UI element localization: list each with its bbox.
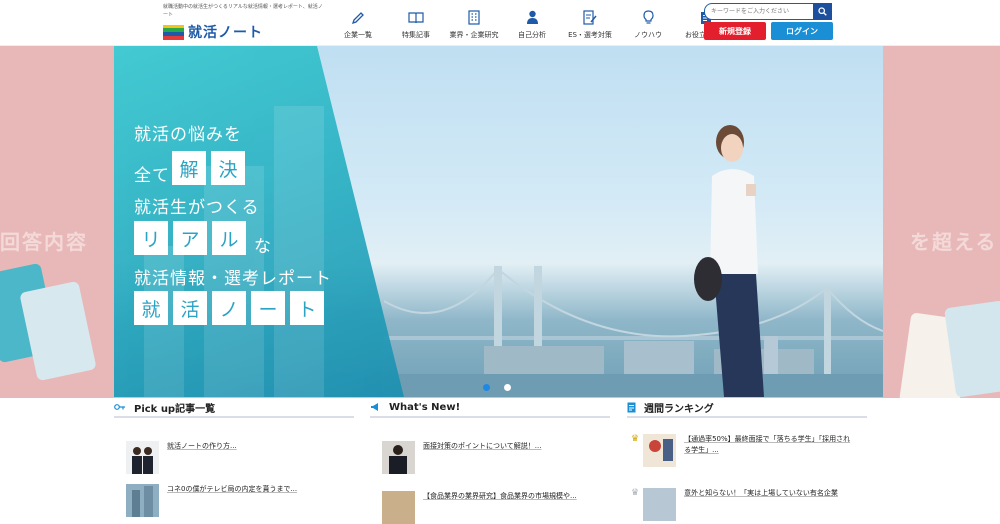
slider-dot-1[interactable] xyxy=(483,384,490,391)
search-input[interactable] xyxy=(704,3,813,20)
slider-dots xyxy=(483,384,511,391)
pencil-icon xyxy=(332,9,384,26)
hero-box-char: ア xyxy=(173,221,207,255)
logo-text: 就活ノート xyxy=(188,25,263,41)
nav-label: 自己分析 xyxy=(518,31,546,39)
pickup-title: Pick up記事一覧 xyxy=(114,398,354,418)
nav-features[interactable]: 特集記事 xyxy=(390,9,442,40)
hero-line-4-boxes: リ ア ル xyxy=(134,221,246,255)
hero-line-5: 就活情報・選考レポート xyxy=(134,269,332,289)
lightbulb-icon xyxy=(622,9,674,26)
article-title: 【通過率50%】最終面接で「落ちる学生」「採用される学生」... xyxy=(684,435,851,454)
document-edit-icon xyxy=(564,9,616,26)
article-thumbnail xyxy=(382,491,415,524)
key-icon xyxy=(114,403,126,411)
article-thumbnail xyxy=(382,441,415,474)
silver-crown-icon: ♛ xyxy=(631,488,640,498)
article-title: 就活ノートの作り方... xyxy=(167,442,237,450)
logo-mark-icon xyxy=(163,24,184,40)
hero-slide[interactable]: 就活の悩みを 全て 解 決 就活生がつくる リ ア ル な 就活情報・選考レポー… xyxy=(114,46,883,397)
whatsnew-article-2[interactable]: 【食品業界の業界研究】食品業界の市場規模や... xyxy=(382,491,577,524)
hero-line-1: 就活の悩みを xyxy=(134,125,242,145)
nav-knowhow[interactable]: ノウハウ xyxy=(622,9,674,40)
hero-box-char: ト xyxy=(290,291,324,325)
register-button[interactable]: 新規登録 xyxy=(704,22,766,40)
nav-label: 業界・企業研究 xyxy=(449,31,499,39)
person-icon xyxy=(506,9,558,26)
site-tagline: 就職活動中の就活生がつくるリアルな就活情報・選考レポート、就活ノート xyxy=(163,4,323,18)
article-thumbnail xyxy=(643,488,677,521)
nav-label: ES・選考対策 xyxy=(568,31,612,39)
nav-self-analysis[interactable]: 自己分析 xyxy=(506,9,558,40)
hero-box-char: ル xyxy=(212,221,246,255)
hero-line-4-suffix: な xyxy=(254,237,272,257)
nav-label: 企業一覧 xyxy=(344,31,372,39)
pickup-article-1[interactable]: 就活ノートの作り方... xyxy=(126,441,237,474)
search-box xyxy=(704,3,832,20)
ranking-title-text: 週間ランキング xyxy=(644,403,714,415)
hero-line-2-boxes: 解 決 xyxy=(172,151,245,185)
article-title: 意外と知らない！「実は上場していない有名企業 xyxy=(684,489,838,497)
ranking-article-2[interactable]: ♛ 意外と知らない！「実は上場していない有名企業 xyxy=(631,488,854,521)
water-band xyxy=(364,374,883,397)
nav-es-selection[interactable]: ES・選考対策 xyxy=(564,9,616,40)
nav-label: ノウハウ xyxy=(634,31,662,39)
gold-crown-icon: ♛ xyxy=(631,434,640,444)
megaphone-icon xyxy=(370,402,381,412)
article-thumbnail xyxy=(643,434,677,467)
nav-industry-research[interactable]: 業界・企業研究 xyxy=(448,9,500,40)
document-list-icon xyxy=(627,402,636,413)
article-title: 面接対策のポイントについて解説！... xyxy=(423,442,542,450)
nav-label: 特集記事 xyxy=(402,31,430,39)
hero-box-char: ー xyxy=(251,291,285,325)
hero-box-char: リ xyxy=(134,221,168,255)
background-left-text: 回答内容 xyxy=(0,230,88,254)
ranking-section: 週間ランキング xyxy=(627,398,867,418)
hero-box-char: 解 xyxy=(172,151,206,185)
building-icon xyxy=(448,9,500,26)
article-title: 【食品業界の業界研究】食品業界の市場規模や... xyxy=(423,492,577,500)
pickup-title-text: Pick up記事一覧 xyxy=(134,403,216,415)
hero-box-char: ノ xyxy=(212,291,246,325)
background-card-left-2 xyxy=(19,280,97,382)
background-right-text: を超える xyxy=(910,230,998,254)
hero-line-2-prefix: 全て xyxy=(134,166,170,186)
login-button[interactable]: ログイン xyxy=(771,22,833,40)
article-title: コネ0の僕がテレビ局の内定を貰うまで... xyxy=(167,485,298,493)
main-nav: 企業一覧 特集記事 業界・企業研究 自己分析 ES・選考対策 ノウハウ xyxy=(332,5,738,40)
whatsnew-article-1[interactable]: 面接対策のポイントについて解説！... xyxy=(382,441,541,474)
ranking-title: 週間ランキング xyxy=(627,398,867,418)
hero-box-char: 決 xyxy=(211,151,245,185)
pickup-section: Pick up記事一覧 xyxy=(114,398,354,418)
whatsnew-title: What's New! xyxy=(370,398,610,418)
slider-dot-2[interactable] xyxy=(504,384,511,391)
site-logo[interactable]: 就活ノート xyxy=(163,22,263,42)
book-icon xyxy=(390,9,442,26)
site-header: 就職活動中の就活生がつくるリアルな就活情報・選考レポート、就活ノート 就活ノート… xyxy=(0,0,1000,46)
article-thumbnail xyxy=(126,441,159,474)
whatsnew-title-text: What's New! xyxy=(389,401,461,413)
search-icon xyxy=(818,7,827,16)
nav-companies[interactable]: 企業一覧 xyxy=(332,9,384,40)
hero-box-char: 活 xyxy=(173,291,207,325)
ranking-article-1[interactable]: ♛ 【通過率50%】最終面接で「落ちる学生」「採用される学生」... xyxy=(631,434,854,467)
hero-box-char: 就 xyxy=(134,291,168,325)
person-illustration xyxy=(694,125,764,397)
search-button[interactable] xyxy=(813,3,832,20)
whatsnew-section: What's New! xyxy=(370,398,610,418)
hero-line-3: 就活生がつくる xyxy=(134,198,260,218)
hero-line-6-boxes: 就 活 ノ ー ト xyxy=(134,291,324,325)
